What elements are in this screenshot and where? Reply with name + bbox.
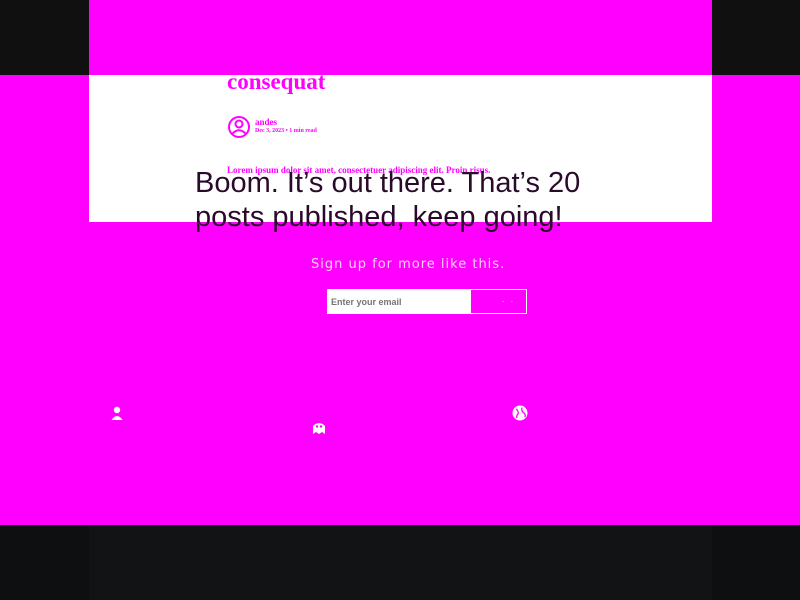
post-title[interactable]: consequat — [227, 66, 325, 98]
author-name[interactable]: andes — [255, 117, 277, 127]
person-icon[interactable] — [109, 405, 125, 421]
email-input[interactable] — [327, 289, 470, 314]
read-time: 1 min read — [289, 128, 317, 134]
subscribe-button[interactable]: · · — [470, 289, 527, 314]
post-meta: Dec 3, 2023 • 1 min read — [255, 128, 317, 134]
post-card-header — [89, 0, 712, 75]
post-date: Dec 3, 2023 — [255, 128, 285, 134]
meta-separator: • — [285, 128, 288, 134]
ghost-icon[interactable] — [310, 418, 328, 436]
signup-label: Sign up for more like this. — [311, 257, 506, 272]
globe-icon[interactable] — [511, 404, 529, 422]
publish-headline: Boom. It’s out there. That’s 20 posts pu… — [195, 166, 585, 234]
publish-headline-tail: going! — [483, 201, 563, 233]
subscribe-button-label: · · — [501, 297, 516, 306]
post-byline: andes Dec 3, 2023 • 1 min read — [227, 115, 447, 141]
signup-form: Enter your email · · — [283, 289, 528, 316]
author-avatar-icon[interactable] — [227, 115, 251, 139]
bottom-content-strip — [89, 525, 712, 600]
